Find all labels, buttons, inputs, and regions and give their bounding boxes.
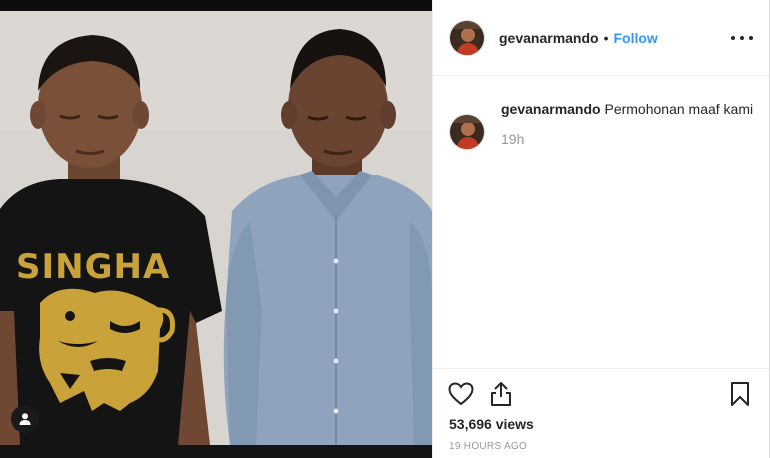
media-top-bar (0, 0, 432, 11)
user-icon (19, 413, 31, 425)
follow-button[interactable]: Follow (614, 30, 658, 46)
save-button[interactable] (727, 381, 753, 407)
caption-avatar[interactable] (449, 114, 485, 150)
share-icon (491, 382, 511, 406)
header-username[interactable]: gevanarmando (499, 30, 599, 46)
post-actions: 53,696 views 19 HOURS AGO (433, 368, 769, 458)
caption-username[interactable]: gevanarmando (501, 101, 601, 117)
views-count[interactable]: 53,696 views (449, 416, 534, 432)
heart-icon (448, 382, 474, 406)
shirt-print-text: SINGHA (16, 247, 170, 287)
caption-comment: gevanarmando Permohonan maaf kami 19h (449, 100, 754, 150)
like-button[interactable] (448, 381, 474, 407)
more-options-icon (731, 36, 735, 40)
caption-relative-time[interactable]: 19h (501, 131, 754, 147)
post-header: gevanarmando • Follow (433, 0, 769, 76)
post-media[interactable]: SINGHA (0, 0, 432, 458)
post-side-panel: gevanarmando • Follow gevanarmando Permo… (432, 0, 770, 458)
video-frame: SINGHA (0, 11, 432, 445)
header-separator: • (603, 29, 609, 46)
share-button[interactable] (488, 381, 514, 407)
caption-text: Permohonan maaf kami (604, 101, 754, 117)
user-tag-button[interactable] (11, 405, 39, 433)
caption-body: gevanarmando Permohonan maaf kami (501, 100, 754, 119)
bookmark-icon (731, 382, 749, 406)
media-bottom-bar (0, 445, 432, 458)
post-timestamp[interactable]: 19 HOURS AGO (449, 441, 527, 452)
avatar[interactable] (449, 19, 485, 56)
more-options-button[interactable] (731, 28, 753, 48)
